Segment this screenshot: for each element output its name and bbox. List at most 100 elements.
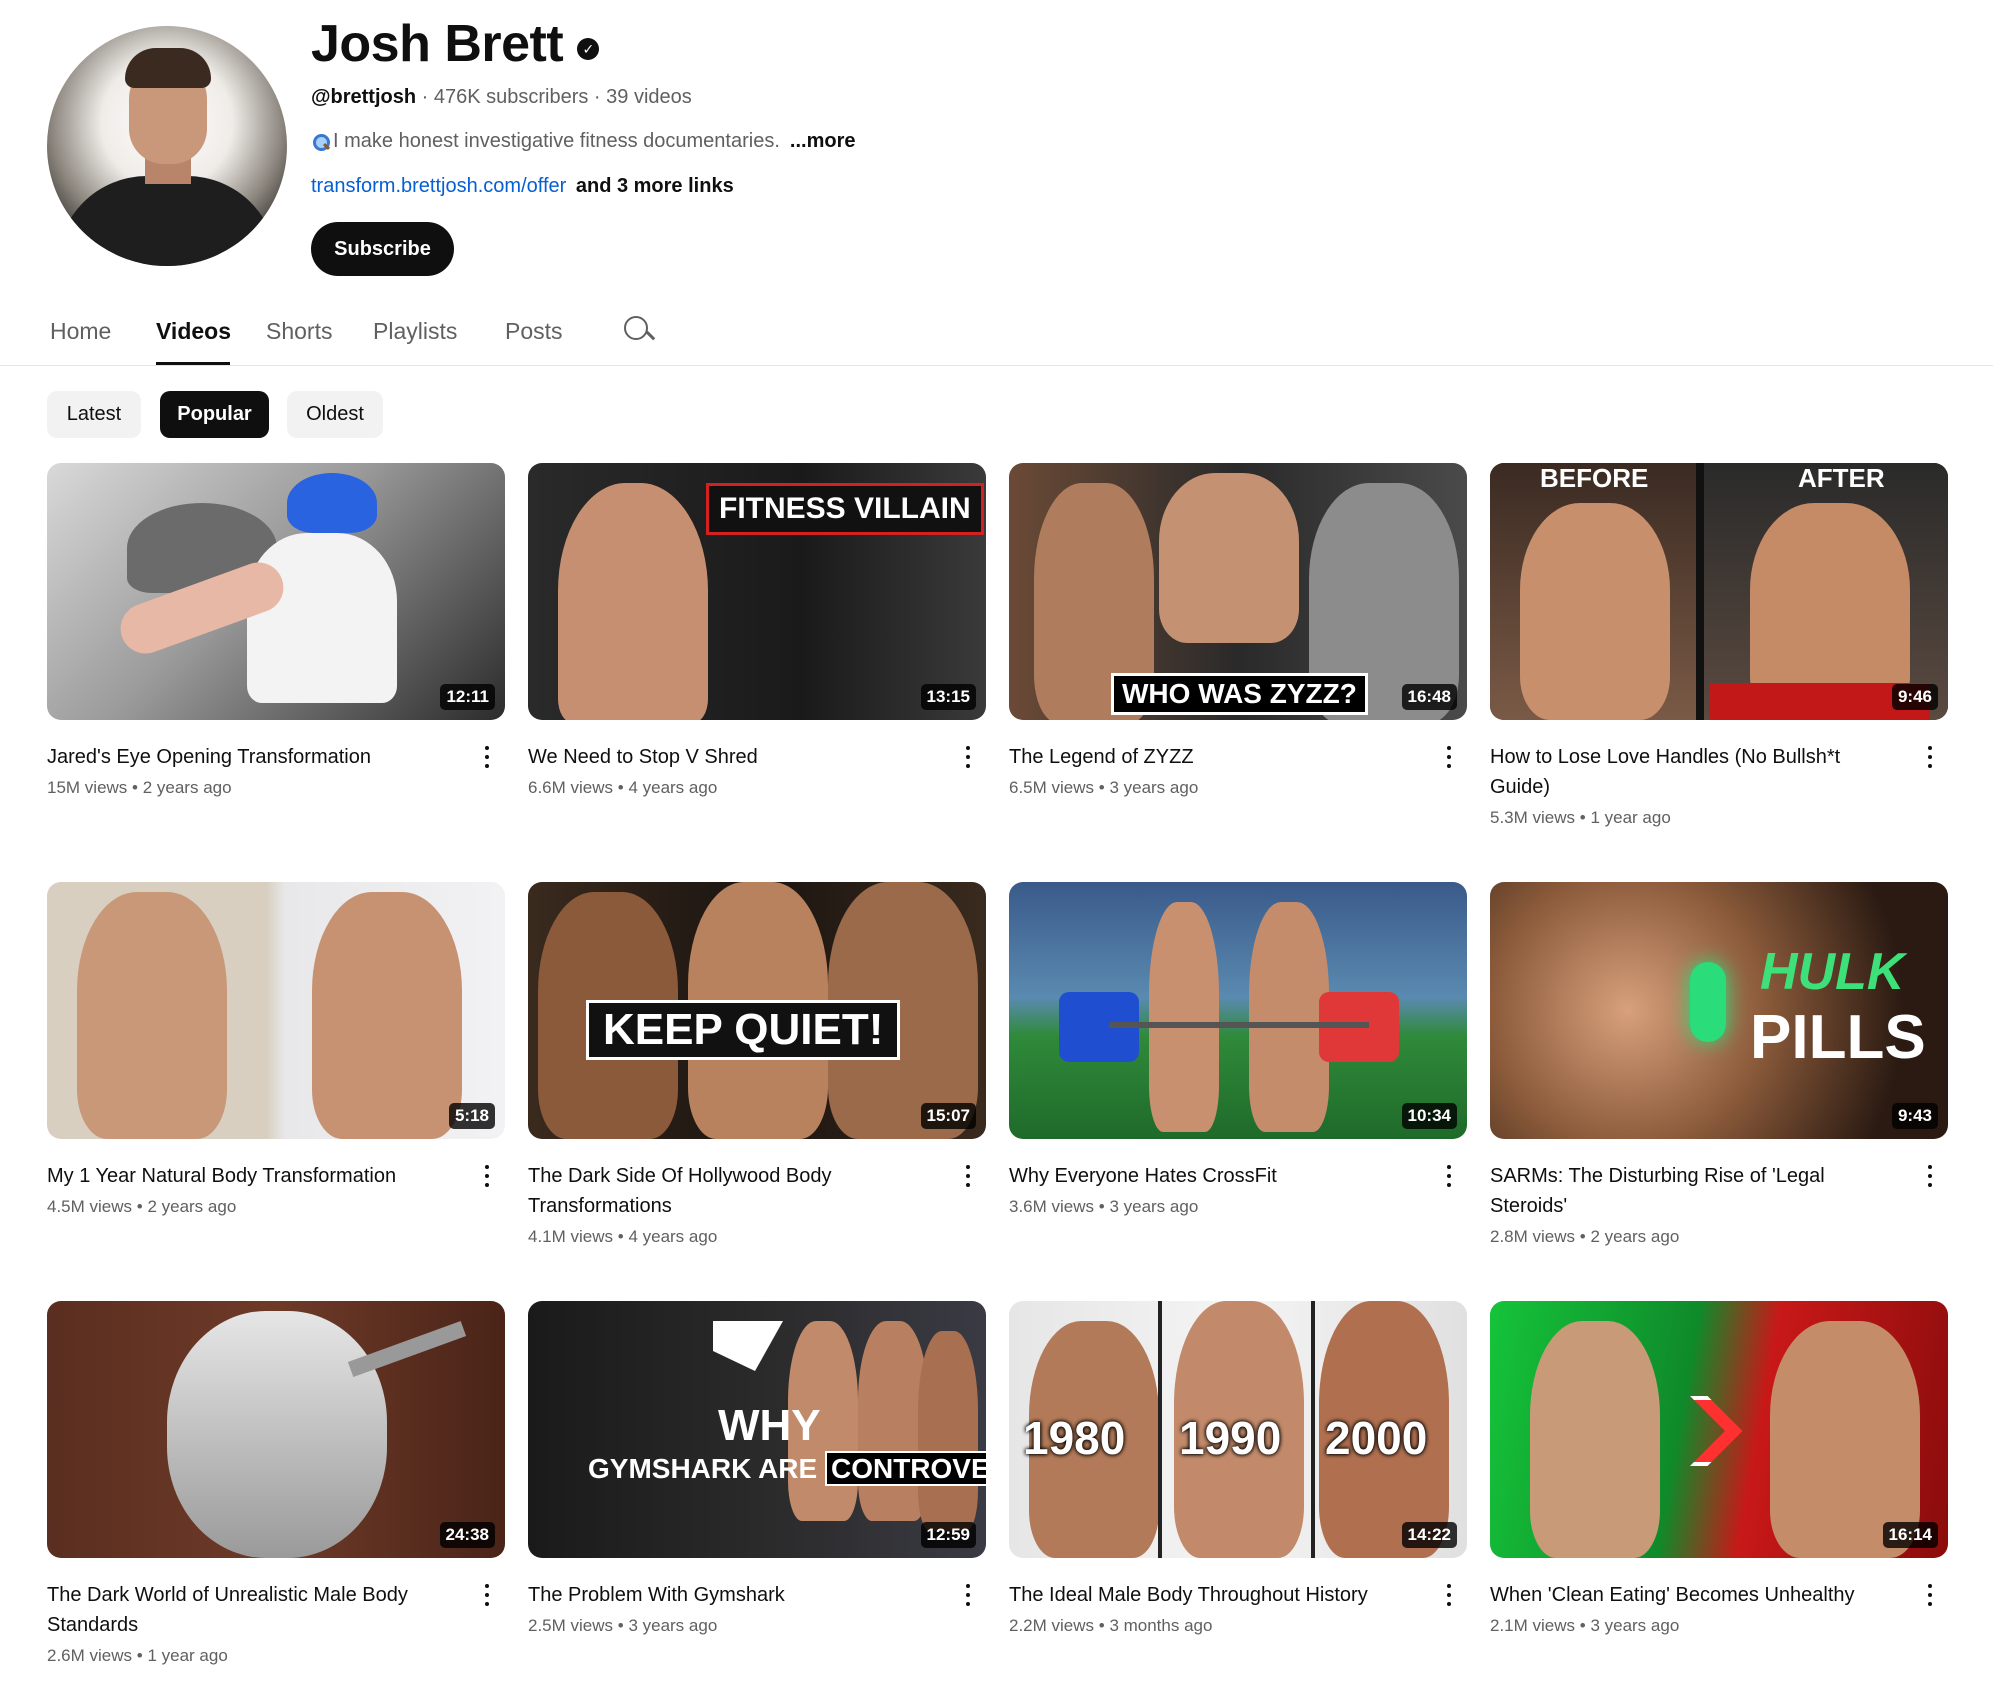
channel-description[interactable]: I make honest investigative fitness docu… — [311, 130, 855, 153]
video-thumbnail[interactable]: 16:14 — [1490, 1301, 1948, 1558]
subscriber-count: 476K subscribers — [433, 86, 589, 108]
video-thumbnail[interactable]: 10:34 — [1009, 882, 1467, 1139]
more-actions-icon[interactable] — [958, 1582, 978, 1608]
video-title[interactable]: The Dark Side Of Hollywood Body Transfor… — [528, 1161, 942, 1221]
more-actions-icon[interactable] — [958, 1163, 978, 1189]
video-thumbnail[interactable]: WHO WAS ZYZZ? 16:48 — [1009, 463, 1467, 720]
thumbnail-overlay-why: WHY — [718, 1401, 821, 1450]
video-thumbnail[interactable]: KEEP QUIET! 15:07 — [528, 882, 986, 1139]
more-actions-icon[interactable] — [1920, 1163, 1940, 1189]
subscribe-button[interactable]: Subscribe — [311, 222, 454, 276]
tab-home[interactable]: Home — [50, 318, 111, 345]
video-title[interactable]: When 'Clean Eating' Becomes Unhealthy — [1490, 1580, 1904, 1610]
channel-avatar — [47, 26, 287, 266]
channel-link[interactable]: transform.brettjosh.com/offer — [311, 175, 566, 197]
video-title[interactable]: The Ideal Male Body Throughout History — [1009, 1580, 1423, 1610]
video-thumbnail[interactable]: BEFORE AFTER 9:46 — [1490, 463, 1948, 720]
video-title[interactable]: Why Everyone Hates CrossFit — [1009, 1161, 1423, 1191]
video-duration: 9:43 — [1891, 1103, 1938, 1129]
thumbnail-year-1980: 1980 — [1023, 1412, 1126, 1464]
video-duration: 16:48 — [1401, 684, 1457, 710]
more-actions-icon[interactable] — [1439, 744, 1459, 770]
video-meta: 6.5M views • 3 years ago — [1009, 778, 1199, 797]
thumbnail-overlay-text: FITNESS VILLAIN — [706, 483, 984, 535]
video-duration: 9:46 — [1891, 684, 1938, 710]
video-meta: 4.1M views • 4 years ago — [528, 1227, 718, 1246]
video-duration: 10:34 — [1401, 1103, 1457, 1129]
thumbnail-overlay-after: AFTER — [1798, 463, 1885, 493]
channel-handle: @brettjosh — [311, 86, 417, 108]
video-meta: 3.6M views • 3 years ago — [1009, 1197, 1199, 1216]
channel-links: transform.brettjosh.com/offer and 3 more… — [311, 175, 734, 198]
video-card[interactable]: 24:38 The Dark World of Unrealistic Male… — [47, 1301, 505, 1666]
filter-latest[interactable]: Latest — [47, 391, 141, 438]
video-card[interactable]: HULK PILLS 9:43 SARMs: The Disturbing Ri… — [1490, 882, 1948, 1247]
description-more-link[interactable]: ...more — [790, 130, 856, 153]
more-actions-icon[interactable] — [1439, 1163, 1459, 1189]
verified-check-icon: ✓ — [577, 38, 600, 60]
video-meta: 2.6M views • 1 year ago — [47, 1646, 228, 1665]
video-card[interactable]: 10:34 Why Everyone Hates CrossFit 3.6M v… — [1009, 882, 1467, 1217]
video-duration: 12:11 — [440, 684, 495, 710]
tab-videos[interactable]: Videos — [156, 318, 231, 345]
thumbnail-year-2000: 2000 — [1325, 1412, 1428, 1464]
video-title[interactable]: How to Lose Love Handles (No Bullsh*t Gu… — [1490, 742, 1904, 802]
video-title[interactable]: SARMs: The Disturbing Rise of 'Legal Ste… — [1490, 1161, 1904, 1221]
search-icon[interactable] — [624, 316, 654, 348]
video-thumbnail[interactable]: 5:18 — [47, 882, 505, 1139]
video-thumbnail[interactable]: 12:11 — [47, 463, 505, 720]
video-thumbnail[interactable]: WHY GYMSHARK ARE CONTROVERSIAL 12:59 — [528, 1301, 986, 1558]
video-count: 39 videos — [606, 86, 692, 108]
video-card[interactable]: 12:11 Jared's Eye Opening Transformation… — [47, 463, 505, 798]
video-meta: 6.6M views • 4 years ago — [528, 778, 718, 797]
video-duration: 14:22 — [1401, 1522, 1457, 1548]
video-thumbnail[interactable]: 1980 1990 2000 14:22 — [1009, 1301, 1467, 1558]
video-card[interactable]: FITNESS VILLAIN 13:15 We Need to Stop V … — [528, 463, 986, 798]
video-title[interactable]: The Legend of ZYZZ — [1009, 742, 1423, 772]
video-card[interactable]: KEEP QUIET! 15:07 The Dark Side Of Holly… — [528, 882, 986, 1247]
tab-shorts[interactable]: Shorts — [266, 318, 332, 345]
more-actions-icon[interactable] — [477, 744, 497, 770]
video-meta: 2.2M views • 3 months ago — [1009, 1616, 1213, 1635]
thumbnail-overlay-text: KEEP QUIET! — [586, 1000, 901, 1060]
video-title[interactable]: The Dark World of Unrealistic Male Body … — [47, 1580, 461, 1640]
video-thumbnail[interactable]: 24:38 — [47, 1301, 505, 1558]
video-duration: 15:07 — [920, 1103, 976, 1129]
video-title[interactable]: We Need to Stop V Shred — [528, 742, 942, 772]
video-duration: 5:18 — [448, 1103, 495, 1129]
more-actions-icon[interactable] — [477, 1582, 497, 1608]
video-title[interactable]: Jared's Eye Opening Transformation — [47, 742, 461, 772]
more-actions-icon[interactable] — [1439, 1582, 1459, 1608]
video-meta: 15M views • 2 years ago — [47, 778, 232, 797]
video-card[interactable]: WHO WAS ZYZZ? 16:48 The Legend of ZYZZ 6… — [1009, 463, 1467, 798]
video-title[interactable]: The Problem With Gymshark — [528, 1580, 942, 1610]
more-links-button[interactable]: and 3 more links — [576, 175, 734, 197]
tab-posts[interactable]: Posts — [505, 318, 563, 345]
more-actions-icon[interactable] — [958, 744, 978, 770]
video-card[interactable]: 1980 1990 2000 14:22 The Ideal Male Body… — [1009, 1301, 1467, 1636]
thumbnail-overlay-gymshark: GYMSHARK ARE CONTROVERSIAL — [588, 1451, 986, 1486]
thumbnail-overlay-text: WHO WAS ZYZZ? — [1111, 673, 1368, 715]
filter-popular[interactable]: Popular — [160, 391, 269, 438]
video-thumbnail[interactable]: HULK PILLS 9:43 — [1490, 882, 1948, 1139]
video-card[interactable]: 5:18 My 1 Year Natural Body Transformati… — [47, 882, 505, 1217]
video-title[interactable]: My 1 Year Natural Body Transformation — [47, 1161, 461, 1191]
channel-title: Josh Brett ✓ — [311, 14, 600, 74]
more-actions-icon[interactable] — [1920, 1582, 1940, 1608]
more-actions-icon[interactable] — [1920, 744, 1940, 770]
more-actions-icon[interactable] — [477, 1163, 497, 1189]
video-card[interactable]: WHY GYMSHARK ARE CONTROVERSIAL 12:59 The… — [528, 1301, 986, 1636]
video-duration: 16:14 — [1882, 1522, 1938, 1548]
channel-meta: @brettjosh · 476K subscribers · 39 video… — [311, 86, 692, 108]
video-meta: 2.5M views • 3 years ago — [528, 1616, 718, 1635]
video-meta: 5.3M views • 1 year ago — [1490, 808, 1671, 827]
filter-oldest[interactable]: Oldest — [287, 391, 383, 438]
thumbnail-overlay-before: BEFORE — [1540, 463, 1649, 493]
video-duration: 13:15 — [920, 684, 976, 710]
tab-playlists[interactable]: Playlists — [373, 318, 457, 345]
channel-name: Josh Brett — [311, 15, 564, 73]
video-thumbnail[interactable]: FITNESS VILLAIN 13:15 — [528, 463, 986, 720]
video-card[interactable]: 16:14 When 'Clean Eating' Becomes Unheal… — [1490, 1301, 1948, 1636]
description-text: I make honest investigative fitness docu… — [333, 130, 780, 152]
video-card[interactable]: BEFORE AFTER 9:46 How to Lose Love Handl… — [1490, 463, 1948, 828]
